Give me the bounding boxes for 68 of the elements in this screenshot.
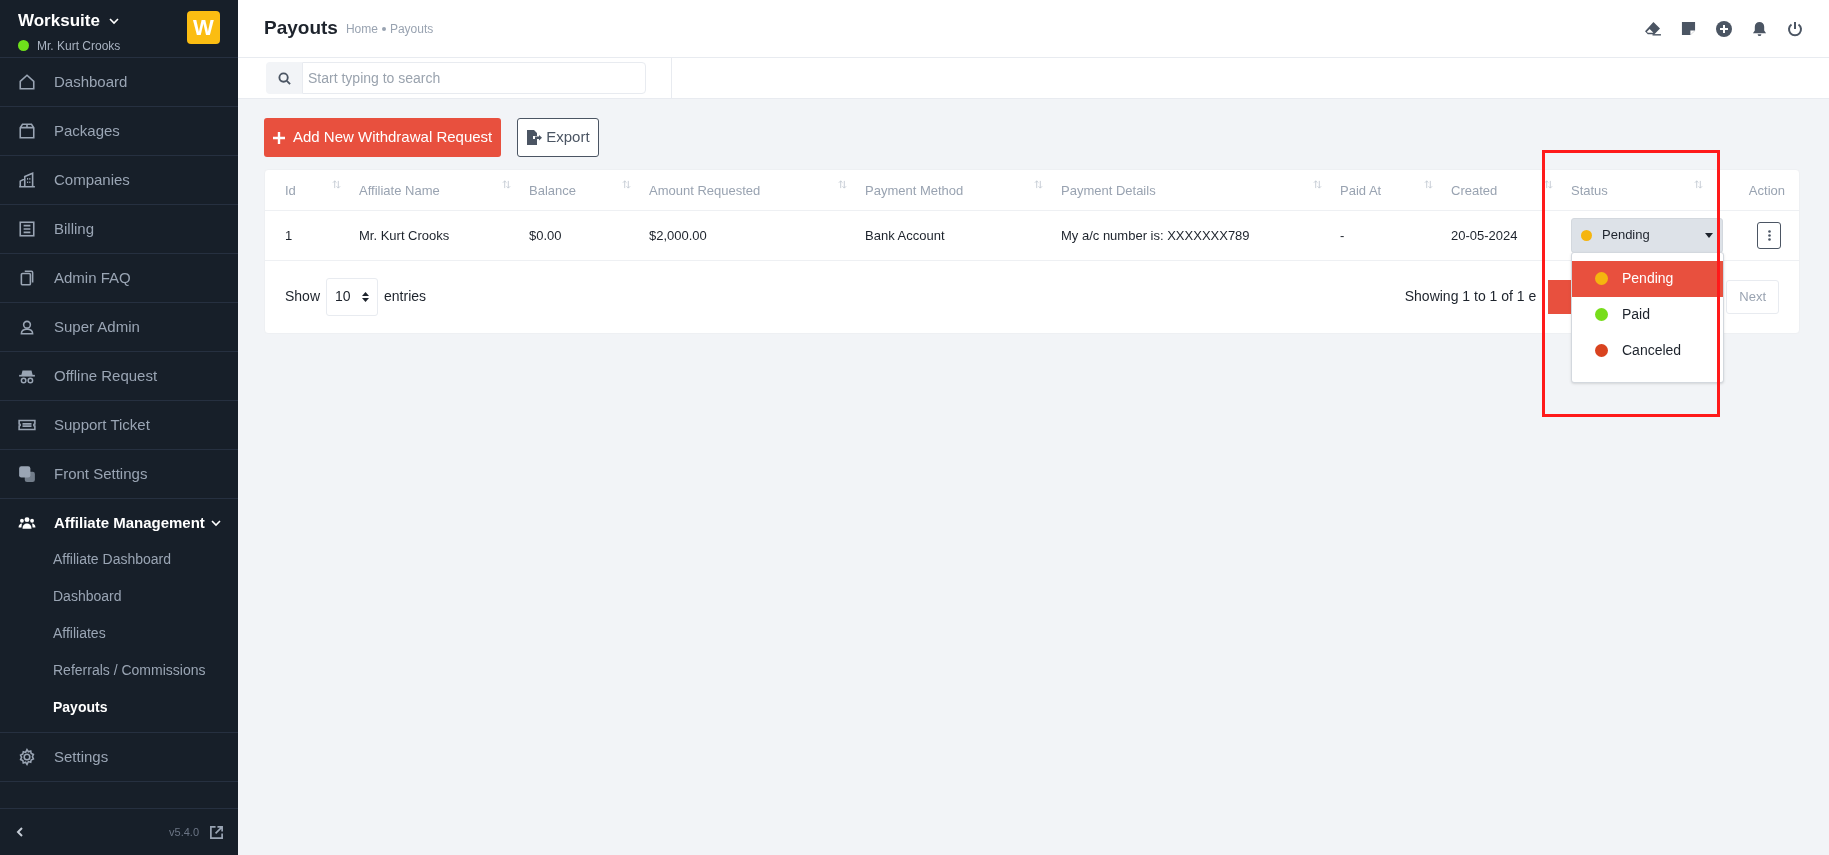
table-cell: 1 xyxy=(285,228,293,243)
caret-down-icon xyxy=(1705,232,1713,238)
table-cell: My a/c number is: XXXXXXX789 xyxy=(1061,228,1250,243)
sidebar-item[interactable]: Offline Request xyxy=(0,352,238,400)
status-dropdown[interactable]: Pending xyxy=(1571,217,1723,253)
brand-name[interactable]: Worksuite xyxy=(18,8,100,34)
submenu-item[interactable]: Affiliate Dashboard xyxy=(53,549,172,570)
sidebar-item[interactable]: Companies xyxy=(0,156,238,204)
export-button[interactable]: Export xyxy=(517,118,599,157)
status-option[interactable]: Pending xyxy=(1572,260,1723,297)
column-header: Action xyxy=(1748,182,1785,198)
bell-icon[interactable] xyxy=(1752,20,1767,37)
chevron-left-icon[interactable] xyxy=(14,826,26,838)
sidebar-item[interactable]: Dashboard xyxy=(0,58,238,106)
submenu-item[interactable]: Dashboard xyxy=(53,586,122,607)
search-button[interactable] xyxy=(266,62,302,94)
sidebar-item[interactable]: Front Settings xyxy=(0,450,238,498)
power-icon[interactable] xyxy=(1787,20,1803,37)
version-label: v5.4.0 xyxy=(169,824,199,840)
more-options-button[interactable] xyxy=(1757,221,1781,249)
squares-icon xyxy=(18,465,36,483)
sort-caret-icon xyxy=(362,291,370,302)
table-cell: Mr. Kurt Crooks xyxy=(359,228,450,243)
file-export-icon xyxy=(526,130,543,145)
sidebar-item[interactable]: Affiliate Management xyxy=(0,499,238,547)
page-title: Payouts xyxy=(264,16,338,41)
chevron-down-icon[interactable] xyxy=(210,517,222,529)
add-withdrawal-request-button[interactable]: Add New Withdrawal Request xyxy=(264,118,502,157)
house-icon xyxy=(18,73,36,91)
table-cell: - xyxy=(1340,228,1345,243)
submenu-item[interactable]: Referrals / Commissions xyxy=(53,660,206,681)
submenu-item[interactable]: Payouts xyxy=(53,697,108,718)
show-label: Show xyxy=(285,287,321,306)
page-size-select[interactable]: 10 xyxy=(326,277,379,316)
document-icon xyxy=(18,220,36,238)
table-cell: Bank Account xyxy=(865,228,945,243)
sidebar-item[interactable]: Support Ticket xyxy=(0,401,238,449)
sidebar-item[interactable]: Admin FAQ xyxy=(0,254,238,302)
plus-icon xyxy=(273,131,285,144)
submenu-item[interactable]: Affiliates xyxy=(53,623,106,644)
search-field[interactable]: Start typing to search xyxy=(302,62,646,94)
incognito-icon xyxy=(18,367,36,385)
table-cell: 20-05-2024 xyxy=(1451,228,1518,243)
box-icon xyxy=(18,122,36,140)
breadcrumb-item: Payouts xyxy=(389,21,434,38)
user-name: Mr. Kurt Crooks xyxy=(37,37,121,55)
vertical-dots-icon xyxy=(1767,229,1771,241)
note-icon[interactable] xyxy=(1681,21,1696,36)
external-link-icon[interactable] xyxy=(209,824,224,840)
copy-icon xyxy=(18,269,36,287)
building-icon xyxy=(18,171,36,189)
status-option[interactable]: Canceled xyxy=(1572,332,1723,369)
table-cell: $2,000.00 xyxy=(649,228,707,243)
entries-label: entries xyxy=(384,287,427,306)
eraser-icon[interactable] xyxy=(1644,21,1661,36)
plus-circle-icon[interactable] xyxy=(1716,20,1732,37)
sidebar-item[interactable]: Packages xyxy=(0,107,238,155)
sidebar-item[interactable]: Settings xyxy=(0,733,238,781)
sort-icon[interactable] xyxy=(1544,180,1553,189)
search-icon xyxy=(277,71,291,85)
sidebar-item[interactable]: Billing xyxy=(0,205,238,253)
person-icon xyxy=(18,318,36,336)
status-option[interactable]: Paid xyxy=(1572,296,1723,333)
table-cell: $0.00 xyxy=(529,228,562,243)
gear-icon xyxy=(18,748,36,766)
sidebar-item[interactable]: Super Admin xyxy=(0,303,238,351)
table-info: Showing 1 to 1 of 1 e xyxy=(1404,287,1537,306)
users-icon xyxy=(18,514,36,532)
